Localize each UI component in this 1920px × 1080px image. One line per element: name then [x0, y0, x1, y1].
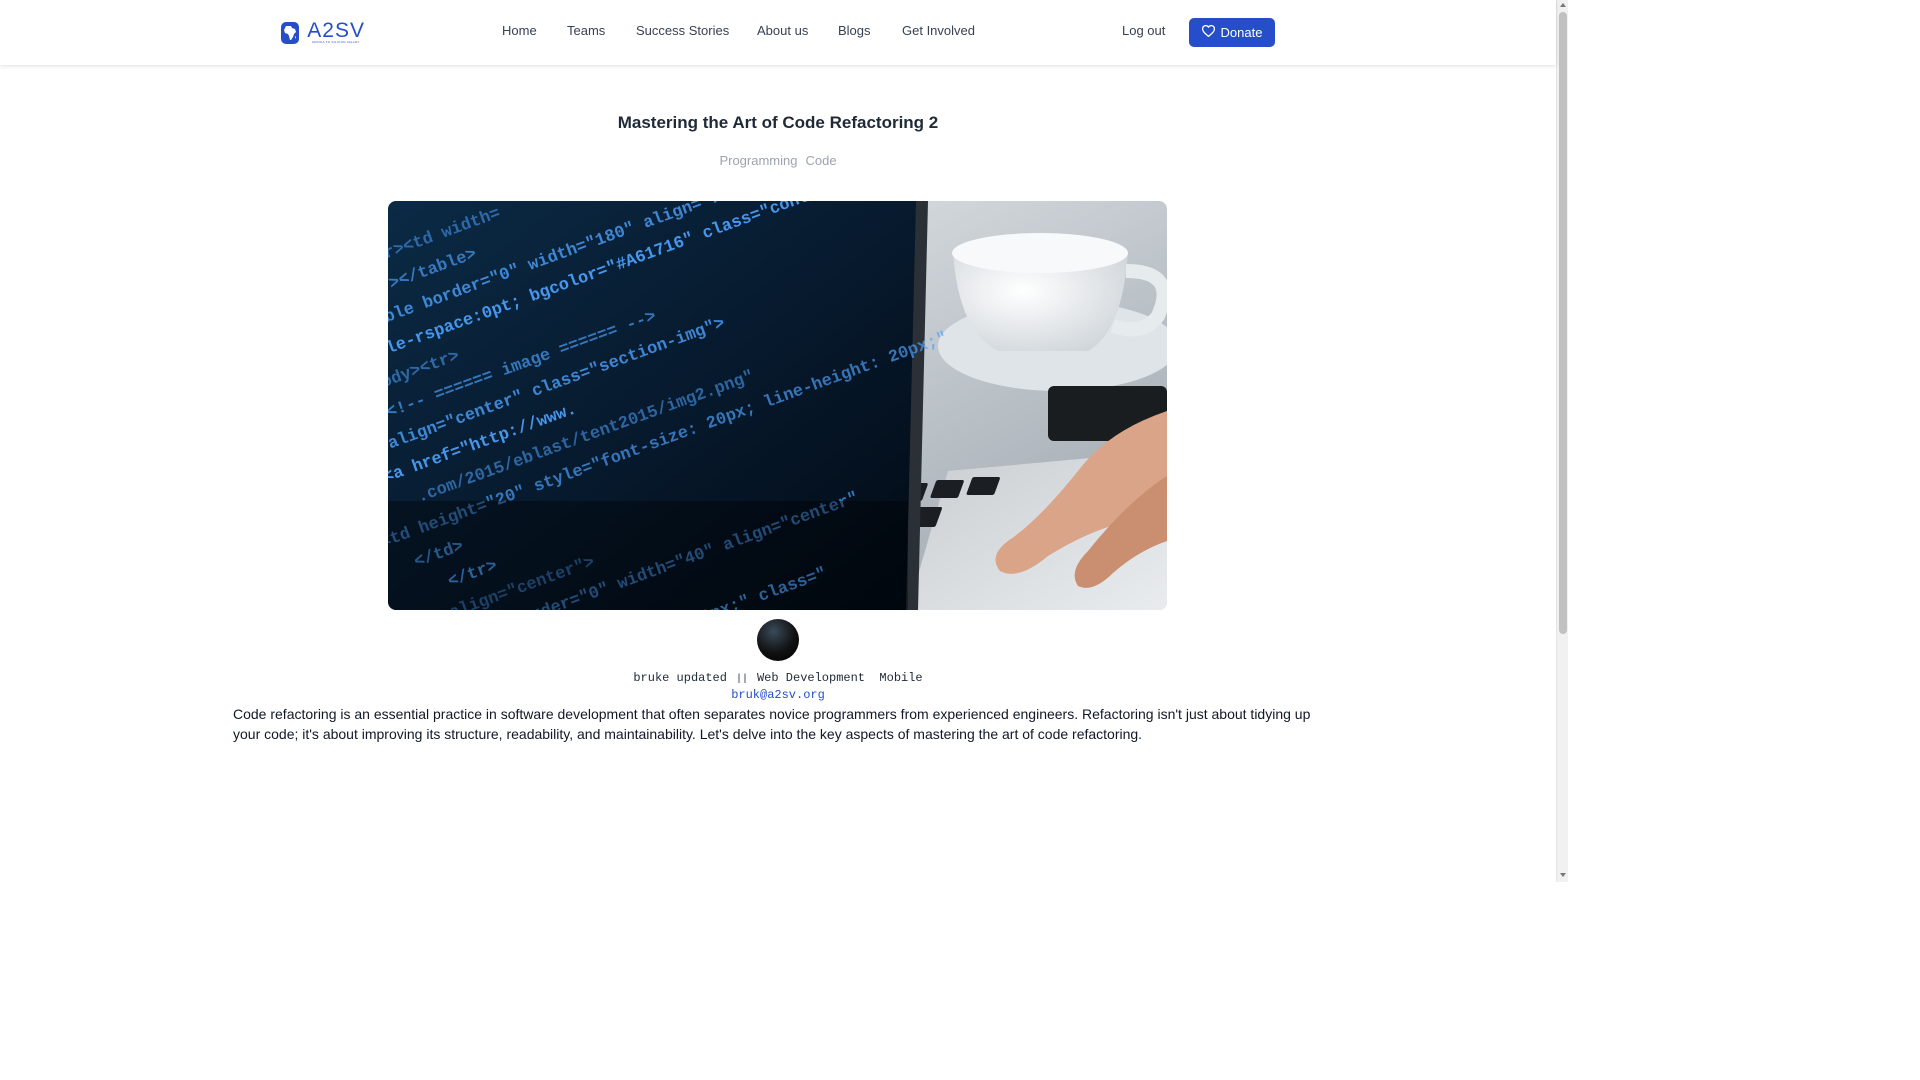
scroll-up-arrow-icon[interactable] [1560, 3, 1566, 7]
nav-teams-link[interactable]: Teams [567, 23, 605, 38]
scroll-thumb[interactable] [1559, 12, 1567, 634]
author-avatar [757, 619, 799, 661]
author-name: bruke updated [633, 671, 727, 685]
author-skill: Web Development [756, 671, 866, 685]
donate-button[interactable]: Donate [1189, 18, 1275, 47]
meta-separator: || [735, 674, 748, 685]
site-logo[interactable]: A2SV AFRICA TO SILICON VALLEY [281, 19, 365, 45]
tag-chip: Programming [719, 153, 798, 168]
post-tags: Programming Code [0, 153, 1556, 168]
logo-wordmark: A2SV [307, 19, 365, 42]
logo-tagline: AFRICA TO SILICON VALLEY [312, 40, 360, 44]
tag-chip: Code [805, 153, 837, 168]
scroll-down-arrow-icon[interactable] [1560, 873, 1566, 877]
author-meta: bruke updated || Web Development Mobile [0, 671, 1556, 685]
post-cover-image: <tbody></tr><td width=</tbody></table><t… [388, 201, 1167, 610]
nav-blogs-link[interactable]: Blogs [838, 23, 871, 38]
nav-about-us-link[interactable]: About us [757, 23, 808, 38]
logout-link[interactable]: Log out [1122, 23, 1165, 38]
heart-icon [1201, 24, 1215, 40]
cover-illustration: <tbody></tr><td width=</tbody></table><t… [388, 201, 1167, 610]
nav-home-link[interactable]: Home [502, 23, 537, 38]
top-navbar: A2SV AFRICA TO SILICON VALLEY Home Teams… [0, 0, 1556, 65]
nav-get-involved-link[interactable]: Get Involved [902, 23, 975, 38]
author-email[interactable]: bruk@a2sv.org [0, 688, 1556, 702]
post-title: Mastering the Art of Code Refactoring 2 [617, 113, 939, 132]
author-skill: Mobile [879, 671, 923, 685]
africa-map-icon [281, 22, 300, 44]
nav-success-stories-link[interactable]: Success Stories [636, 23, 729, 38]
donate-label: Donate [1220, 25, 1263, 40]
post-body: Code refactoring is an essential practic… [233, 706, 1311, 742]
page-scrollbar[interactable] [1556, 0, 1568, 882]
